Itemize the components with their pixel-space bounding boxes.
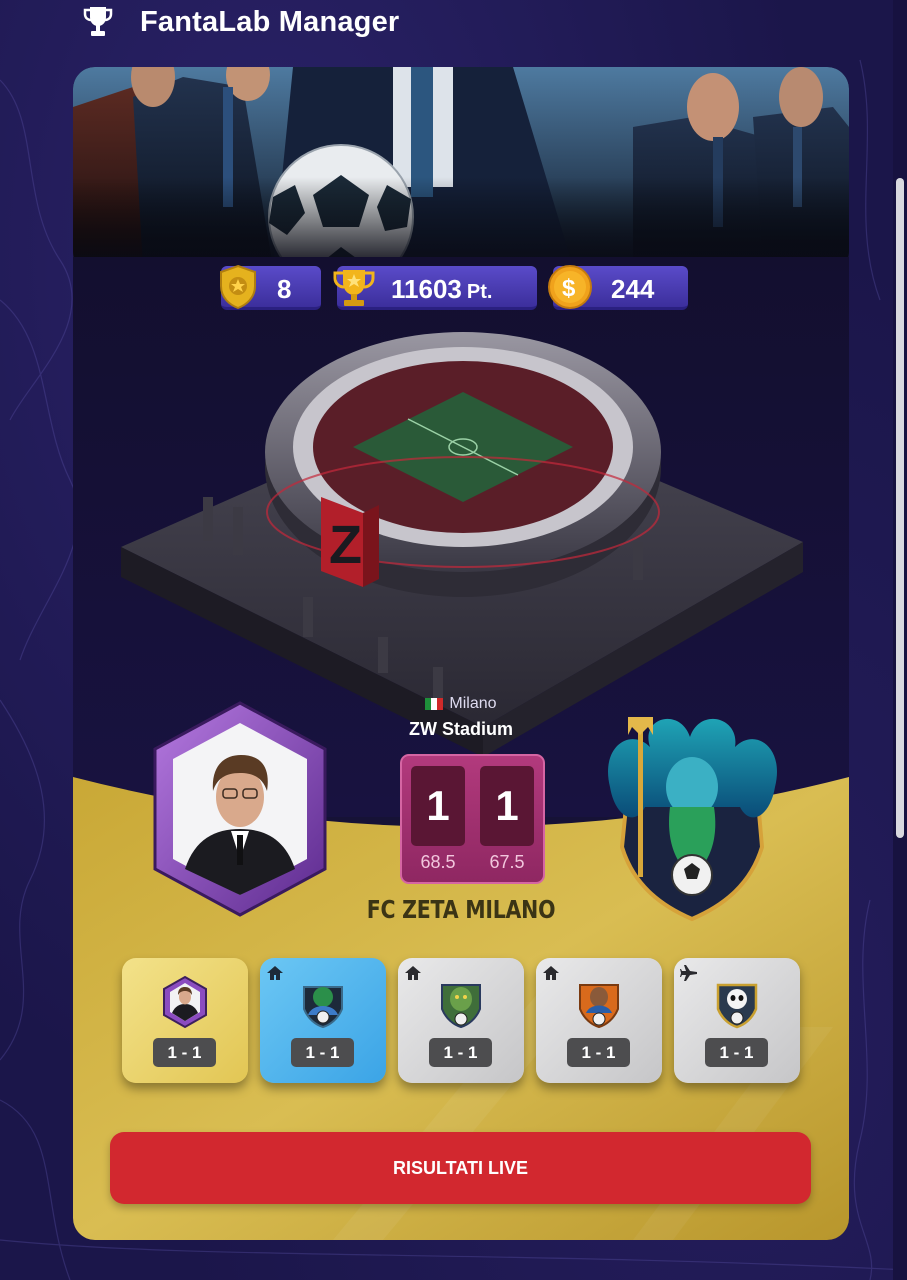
away-score: 1: [480, 766, 534, 846]
points-value: 11603: [391, 274, 462, 304]
match-card[interactable]: 1 - 1: [674, 958, 800, 1083]
app-header: FantaLab Manager: [80, 0, 399, 44]
away-rating: 67.5: [489, 852, 525, 872]
points-unit: Pt.: [466, 281, 493, 303]
match-card[interactable]: 1 - 1: [260, 958, 386, 1083]
trophy-icon: [80, 4, 116, 40]
match-result: 1 - 1: [291, 1038, 354, 1067]
home-icon: [266, 964, 284, 982]
opponent-crest[interactable]: [590, 707, 795, 922]
home-score: 1: [411, 766, 465, 846]
shield-star-icon: [213, 262, 263, 312]
match-history: 1 - 1 1 - 1 1 - 1 1 - 1 1 - 1: [122, 958, 802, 1084]
match-card[interactable]: 1 - 1: [398, 958, 524, 1083]
ogre-crest: [436, 975, 486, 1029]
manager-avatar[interactable]: [145, 699, 335, 921]
fire-warrior-crest: [574, 975, 624, 1029]
score-panel: 1 1 68.5 67.5: [400, 754, 545, 884]
match-result: 1 - 1: [705, 1038, 768, 1067]
panda-crest: [712, 975, 762, 1029]
points-stat: 11603 Pt.: [333, 266, 537, 310]
airplane-icon: [680, 964, 698, 982]
app-title: FantaLab Manager: [140, 5, 400, 38]
team-card: Z 8 11603 Pt. $ 244 Milano ZW Stadium 1 …: [73, 67, 849, 1240]
manager-portrait-badge: [160, 975, 210, 1029]
home-icon: [404, 964, 422, 982]
coin-icon: $: [545, 262, 595, 312]
match-result: 1 - 1: [153, 1038, 216, 1067]
italy-flag-icon: [425, 698, 444, 710]
level-value: 8: [277, 274, 292, 304]
level-stat: 8: [220, 264, 321, 310]
coins-value: 244: [611, 274, 655, 304]
team-name: FC ZETA MILANO: [366, 895, 556, 924]
green-warrior-crest: [298, 975, 348, 1029]
scrollbar-thumb[interactable]: [896, 178, 904, 838]
live-results-button[interactable]: RISULTATI LIVE: [110, 1132, 811, 1204]
match-card[interactable]: 1 - 1: [122, 958, 248, 1083]
home-rating: 68.5: [420, 852, 456, 872]
managers-banner: [73, 67, 849, 267]
coins-stat: $ 244: [548, 265, 688, 310]
match-result: 1 - 1: [567, 1038, 630, 1067]
trophy-gold-icon: [329, 262, 379, 312]
match-result: 1 - 1: [429, 1038, 492, 1067]
svg-text:$: $: [562, 275, 576, 302]
svg-text:Z: Z: [329, 515, 362, 575]
home-icon: [542, 964, 560, 982]
city-name: Milano: [449, 695, 497, 712]
match-card[interactable]: 1 - 1: [536, 958, 662, 1083]
